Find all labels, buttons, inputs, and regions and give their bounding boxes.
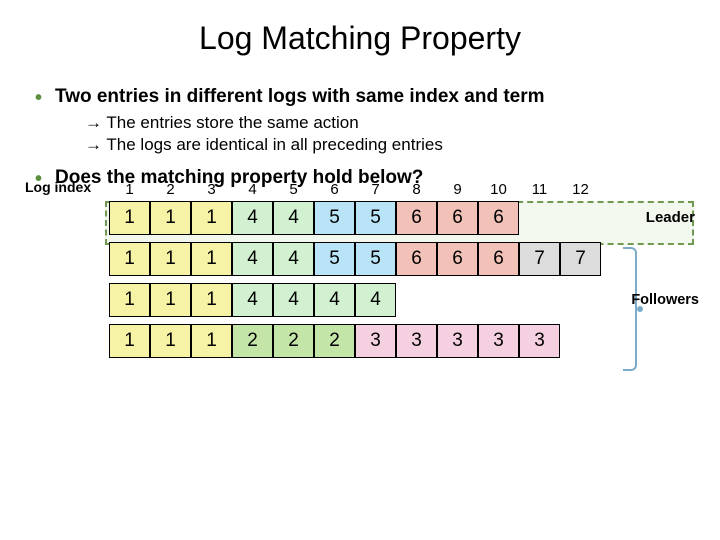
- index-1: 1: [109, 181, 150, 198]
- log-cell: 3: [355, 324, 396, 358]
- log-cell: 6: [478, 201, 519, 235]
- log-cell: 6: [437, 242, 478, 276]
- log-cell: 1: [109, 242, 150, 276]
- log-cell: 5: [355, 242, 396, 276]
- log-cell: 3: [437, 324, 478, 358]
- index-3: 3: [191, 181, 232, 198]
- log-cell: 1: [191, 283, 232, 317]
- bullet-list: Two entries in different logs with same …: [25, 85, 695, 191]
- log-cell: 1: [109, 201, 150, 235]
- index-8: 8: [396, 181, 437, 198]
- index-4: 4: [232, 181, 273, 198]
- log-cell: 7: [560, 242, 601, 276]
- leader-row: 1114455666: [109, 201, 695, 235]
- log-cell: 1: [150, 201, 191, 235]
- log-cell: 4: [355, 283, 396, 317]
- log-cell: 5: [314, 201, 355, 235]
- log-cell: 2: [314, 324, 355, 358]
- log-cell: 1: [150, 242, 191, 276]
- index-11: 11: [519, 181, 560, 198]
- sub-list-1: → The entries store the same action → Th…: [55, 112, 695, 156]
- log-cell: 6: [396, 201, 437, 235]
- bullet-1: Two entries in different logs with same …: [25, 85, 695, 156]
- log-cell: 4: [232, 201, 273, 235]
- log-cell: 2: [232, 324, 273, 358]
- log-cell: 3: [396, 324, 437, 358]
- log-cell: 1: [150, 324, 191, 358]
- log-rows: 1114455666111445566677111444411122233333: [109, 201, 695, 358]
- index-5: 5: [273, 181, 314, 198]
- index-2: 2: [150, 181, 191, 198]
- log-cell: 3: [519, 324, 560, 358]
- bullet-1-text: Two entries in different logs with same …: [55, 86, 545, 107]
- log-cell: 3: [478, 324, 519, 358]
- log-cell: 4: [232, 242, 273, 276]
- log-cell: 4: [232, 283, 273, 317]
- log-cell: 1: [109, 283, 150, 317]
- log-cell: 4: [273, 201, 314, 235]
- follower-row: 1114444: [109, 283, 695, 317]
- log-cell: 1: [109, 324, 150, 358]
- log-cell: 1: [191, 242, 232, 276]
- log-cell: 5: [355, 201, 396, 235]
- index-row: 1 2 3 4 5 6 7 8 9 10 11 12: [109, 179, 695, 201]
- log-diagram: Log index 1 2 3 4 5 6 7 8 9 10 11 12 Lea…: [25, 179, 695, 358]
- follower-row: 111445566677: [109, 242, 695, 276]
- log-cell: 1: [150, 283, 191, 317]
- index-9: 9: [437, 181, 478, 198]
- index-6: 6: [314, 181, 355, 198]
- log-cell: 1: [191, 201, 232, 235]
- sub-2: → The logs are identical in all precedin…: [85, 134, 695, 156]
- index-12: 12: [560, 181, 601, 198]
- follower-row: 11122233333: [109, 324, 695, 358]
- log-cell: 4: [314, 283, 355, 317]
- log-cell: 2: [273, 324, 314, 358]
- log-cell: 1: [191, 324, 232, 358]
- log-cell: 4: [273, 283, 314, 317]
- log-cell: 5: [314, 242, 355, 276]
- index-7: 7: [355, 181, 396, 198]
- page-title: Log Matching Property: [25, 20, 695, 57]
- log-cell: 6: [396, 242, 437, 276]
- sub-1: → The entries store the same action: [85, 112, 695, 134]
- log-cell: 4: [273, 242, 314, 276]
- log-cell: 7: [519, 242, 560, 276]
- log-cell: 6: [478, 242, 519, 276]
- index-10: 10: [478, 181, 519, 198]
- log-index-label: Log index: [25, 179, 91, 195]
- log-cell: 6: [437, 201, 478, 235]
